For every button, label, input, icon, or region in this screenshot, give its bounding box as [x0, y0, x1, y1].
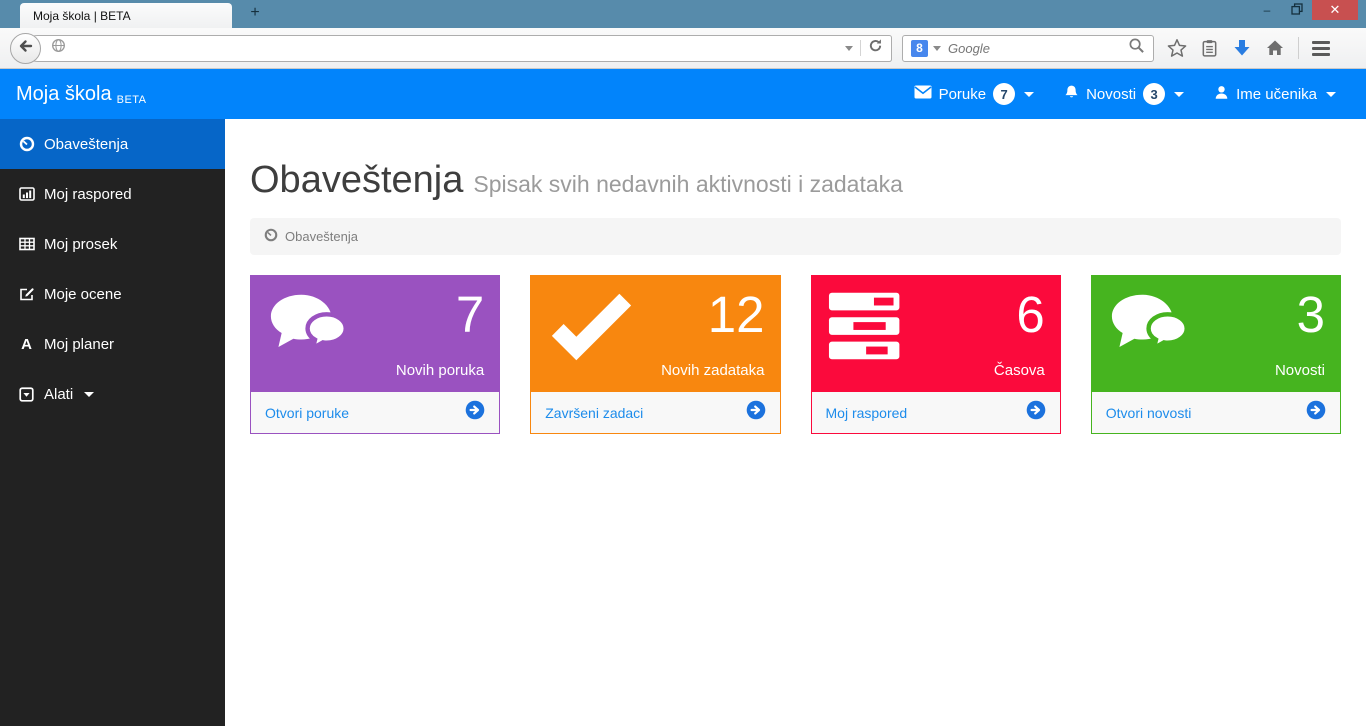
card-footer-link[interactable]: Otvori poruke [251, 392, 500, 433]
card-footer-link[interactable]: Moj raspored [811, 392, 1060, 433]
search-input[interactable] [948, 40, 1128, 56]
font-icon: A [21, 335, 32, 353]
new-tab-button[interactable]: + [243, 4, 267, 24]
home-icon[interactable] [1265, 38, 1285, 58]
stat-card-messages: 7 Novih poruka Otvori poruke [250, 275, 501, 434]
bookmark-star-icon[interactable] [1167, 38, 1187, 58]
arrow-circle-right-icon[interactable] [1026, 400, 1046, 425]
stat-label: Novih zadataka [661, 362, 765, 379]
arrow-circle-right-icon[interactable] [1306, 400, 1326, 425]
stat-card-tasks: 12 Novih zadataka Završeni zadaci [530, 275, 781, 434]
caret-square-down-icon [18, 386, 35, 402]
bookmarks-menu-icon[interactable] [1200, 39, 1219, 58]
search-engine-dropdown-icon[interactable] [933, 45, 941, 51]
window-minimize-button[interactable]: – [1252, 0, 1282, 20]
card-footer-link[interactable]: Završeni zadaci [531, 392, 780, 433]
brand[interactable]: Moja škola BETA [16, 83, 147, 106]
brand-beta-badge: BETA [116, 93, 147, 106]
card-link-label[interactable]: Moj raspored [826, 405, 908, 421]
table-icon [18, 236, 35, 252]
sidebar-item-label: Moj prosek [44, 235, 118, 253]
stat-card-news: 3 Novosti Otvori novosti [1090, 275, 1341, 434]
restore-icon [1291, 2, 1303, 18]
reload-icon[interactable] [868, 38, 883, 58]
brand-title: Moja škola [16, 82, 112, 105]
caret-down-icon [1326, 91, 1336, 97]
caret-down-icon [1174, 91, 1185, 97]
bell-icon [1064, 84, 1079, 104]
window-restore-button[interactable] [1282, 0, 1312, 20]
sidebar-item-label: Moj raspored [44, 185, 132, 203]
browser-toolbar: 8 [0, 28, 1366, 69]
back-button[interactable] [10, 32, 41, 64]
menu-icon[interactable] [1312, 40, 1330, 56]
gauge-icon [18, 136, 35, 152]
check-icon [546, 289, 641, 381]
back-arrow-icon [18, 38, 34, 59]
browser-tab[interactable]: Moja škola | BETA [20, 3, 232, 28]
sidebar-item-label: Moj planer [44, 335, 115, 353]
breadcrumb: Obaveštenja [250, 218, 1341, 255]
app-navbar: Moja škola BETA Poruke 7 Novosti 3 Ime u… [0, 69, 1366, 119]
breadcrumb-item[interactable]: Obaveštenja [285, 229, 358, 244]
sidebar-item-label: Moje ocene [44, 285, 122, 303]
url-input[interactable] [72, 40, 845, 56]
arrow-circle-right-icon[interactable] [746, 400, 766, 425]
sidebar-item-moj-prosek[interactable]: Moj prosek [0, 219, 225, 269]
card-link-label[interactable]: Otvori poruke [265, 405, 349, 421]
globe-icon [51, 38, 66, 58]
url-bar[interactable] [24, 34, 892, 62]
card-footer-link[interactable]: Otvori novosti [1091, 392, 1340, 433]
messages-count-badge: 7 [993, 83, 1016, 105]
edit-icon [18, 286, 35, 302]
user-icon [1214, 85, 1229, 104]
magnifier-icon[interactable] [1128, 37, 1145, 59]
sidebar-item-alati[interactable]: Alati [0, 369, 225, 419]
nav-user-dropdown[interactable]: Ime učenika [1214, 85, 1336, 104]
bar-chart-icon [18, 186, 35, 202]
page-title: Obaveštenja [250, 159, 464, 201]
stat-label: Časova [993, 362, 1045, 379]
window-close-button[interactable]: ✕ [1312, 0, 1358, 20]
nav-news-label: Novosti [1086, 85, 1137, 103]
main-content: Obaveštenja Spisak svih nedavnih aktivno… [225, 119, 1366, 726]
comments-icon [266, 289, 361, 381]
card-link-label[interactable]: Otvori novosti [1106, 405, 1192, 421]
nav-messages-label: Poruke [938, 85, 987, 103]
stat-count: 6 [1016, 286, 1045, 343]
stat-label: Novih poruka [395, 362, 485, 379]
nav-user-label: Ime učenika [1236, 85, 1317, 103]
envelope-icon [914, 85, 932, 103]
downloads-icon[interactable] [1232, 38, 1252, 58]
browser-titlebar: Moja škola | BETA + – ✕ [0, 0, 1366, 28]
stat-count: 12 [707, 286, 765, 343]
sidebar-item-moj-planer[interactable]: A Moj planer [0, 319, 225, 369]
sidebar: Obaveštenja Moj raspored Moj prosek Moje… [0, 119, 225, 726]
stat-count: 3 [1296, 286, 1325, 343]
sidebar-item-label: Alati [44, 385, 74, 403]
google-engine-icon[interactable]: 8 [911, 39, 928, 57]
nav-news-dropdown[interactable]: Novosti 3 [1064, 83, 1185, 105]
caret-down-icon [84, 391, 95, 397]
search-bar[interactable]: 8 [902, 34, 1154, 62]
browser-tab-title: Moja škola | BETA [33, 8, 131, 23]
url-dropdown-icon[interactable] [845, 45, 853, 51]
page-subtitle: Spisak svih nedavnih aktivnosti i zadata… [473, 171, 903, 197]
sidebar-item-moje-ocene[interactable]: Moje ocene [0, 269, 225, 319]
stat-label: Novosti [1274, 362, 1325, 379]
comments-icon [1107, 289, 1202, 381]
tasks-icon [827, 289, 922, 381]
card-link-label[interactable]: Završeni zadaci [545, 405, 643, 421]
caret-down-icon [1024, 91, 1035, 97]
gauge-icon [264, 228, 278, 245]
sidebar-item-label: Obaveštenja [44, 135, 129, 153]
news-count-badge: 3 [1143, 83, 1166, 105]
stat-count: 7 [455, 286, 485, 343]
sidebar-item-moj-raspored[interactable]: Moj raspored [0, 169, 225, 219]
nav-messages-dropdown[interactable]: Poruke 7 [914, 83, 1035, 105]
sidebar-item-obavestenja[interactable]: Obaveštenja [0, 119, 225, 169]
arrow-circle-right-icon[interactable] [465, 400, 485, 425]
stat-card-schedule: 6 Časova Moj raspored [810, 275, 1061, 434]
